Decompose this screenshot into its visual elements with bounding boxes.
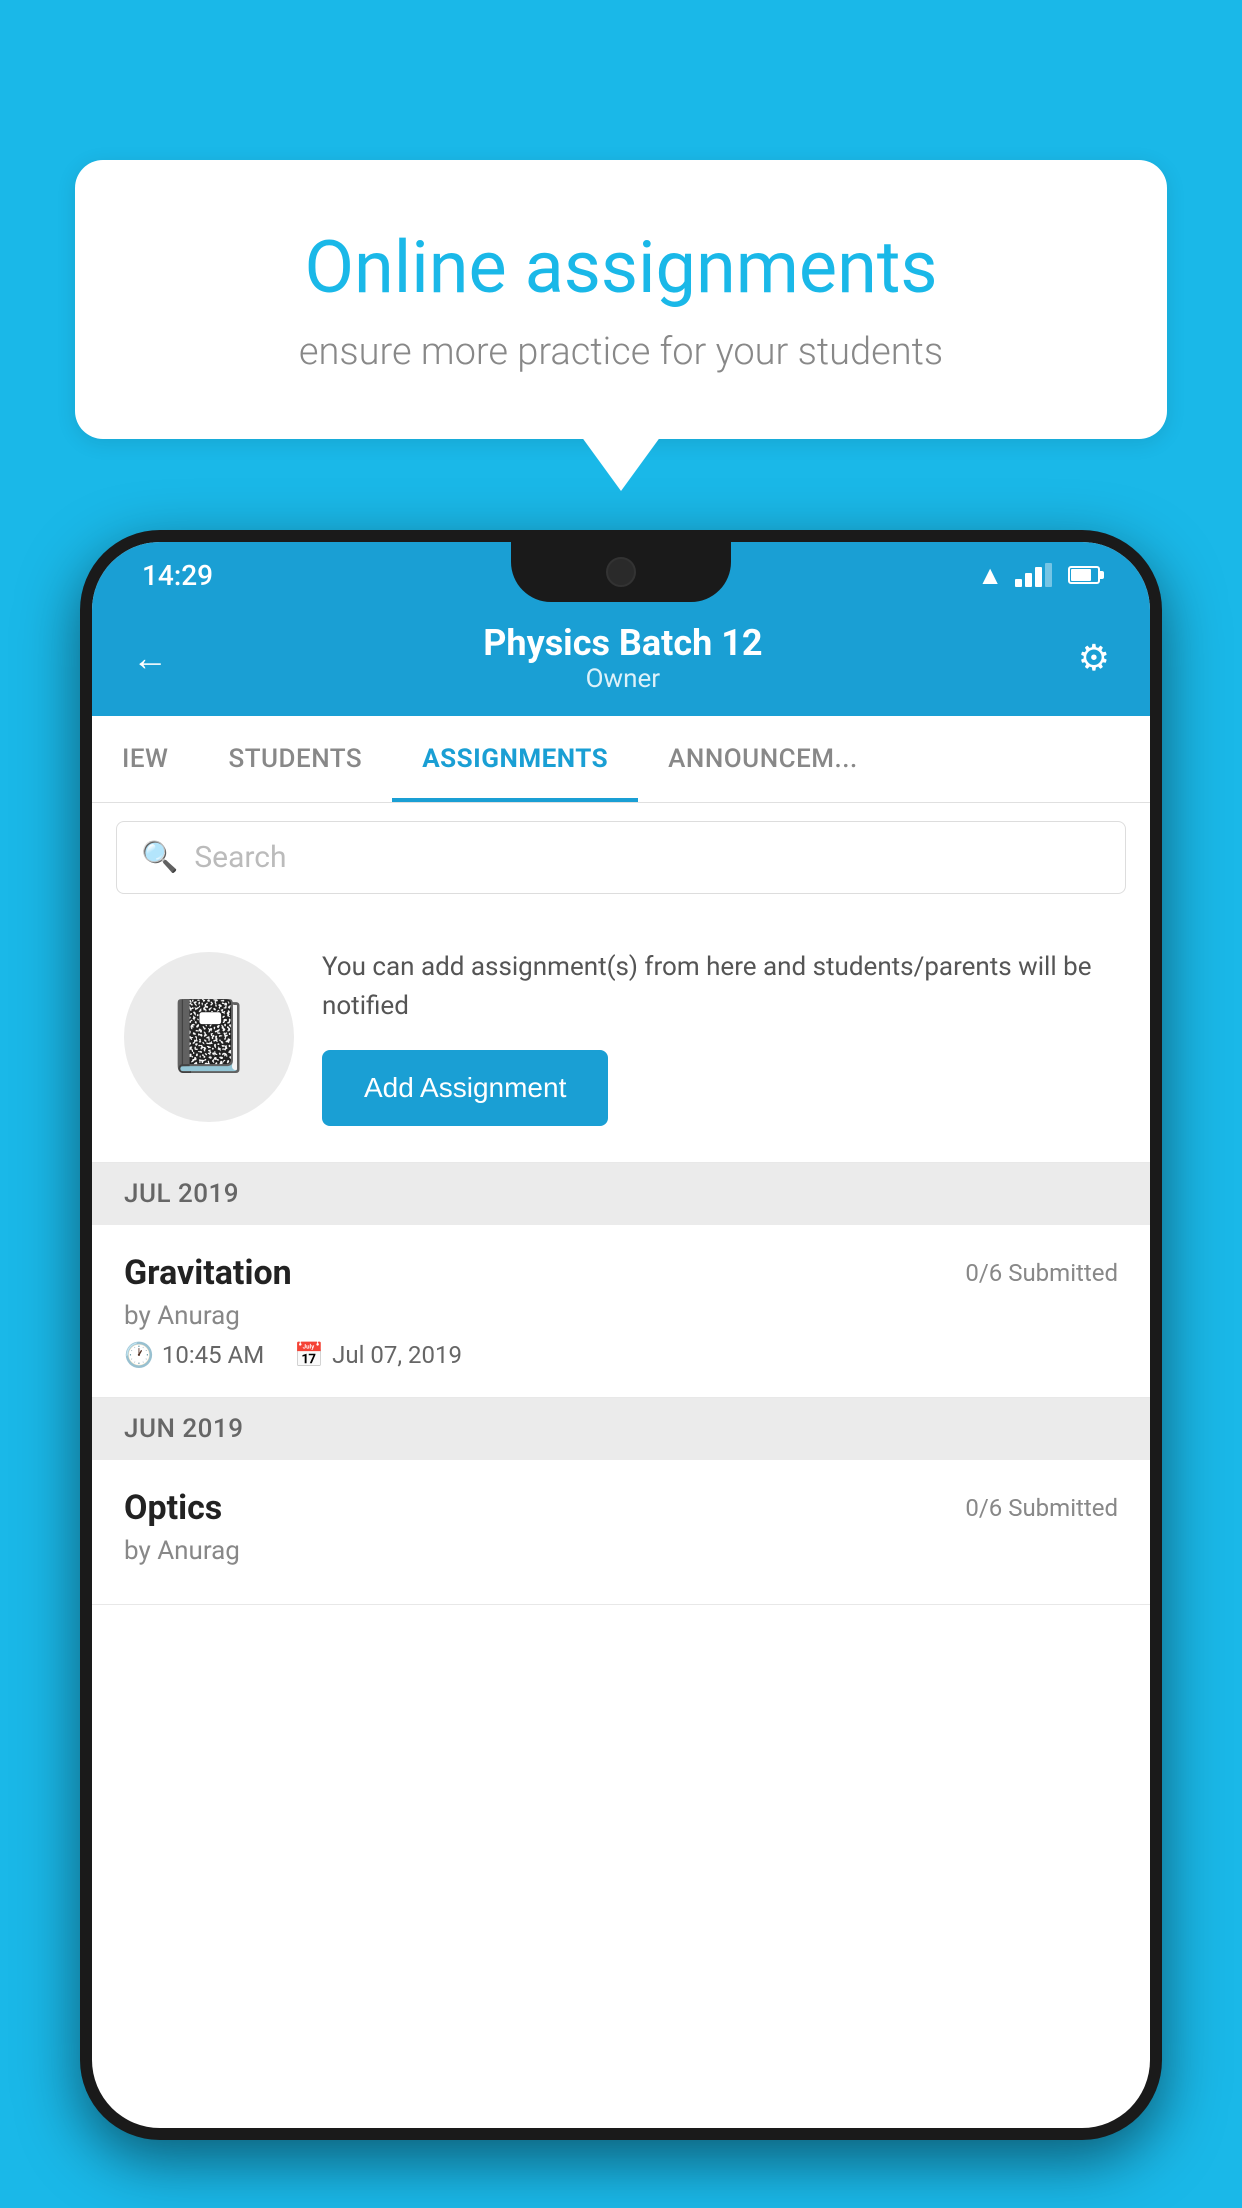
section-header-jun: JUN 2019 xyxy=(92,1398,1150,1460)
assignment-author-optics: by Anurag xyxy=(124,1536,1118,1566)
back-button[interactable]: ← xyxy=(132,637,168,679)
app-header: ← Physics Batch 12 Owner ⚙ xyxy=(92,600,1150,716)
tab-assignments[interactable]: ASSIGNMENTS xyxy=(392,716,638,802)
calendar-icon: 📅 xyxy=(294,1341,324,1369)
tabs-container: IEW STUDENTS ASSIGNMENTS ANNOUNCEM... xyxy=(92,716,1150,803)
promo-description: You can add assignment(s) from here and … xyxy=(322,948,1118,1026)
notebook-icon: 📓 xyxy=(165,996,252,1078)
tab-students[interactable]: STUDENTS xyxy=(198,716,392,802)
assignment-item-optics-header: Optics 0/6 Submitted xyxy=(124,1488,1118,1528)
assignment-time-text: 10:45 AM xyxy=(162,1341,264,1369)
signal-bar-2 xyxy=(1025,573,1032,587)
section-header-jul: JUL 2019 xyxy=(92,1163,1150,1225)
search-placeholder: Search xyxy=(194,840,286,875)
clock-icon: 🕐 xyxy=(124,1341,154,1369)
assignment-author-gravitation: by Anurag xyxy=(124,1301,1118,1331)
signal-icon xyxy=(1015,563,1052,587)
battery-fill xyxy=(1071,569,1091,581)
assignment-submitted-optics: 0/6 Submitted xyxy=(965,1494,1118,1522)
assignment-date-text: Jul 07, 2019 xyxy=(332,1341,462,1369)
assignment-submitted-gravitation: 0/6 Submitted xyxy=(965,1259,1118,1287)
assignment-item-gravitation[interactable]: Gravitation 0/6 Submitted by Anurag 🕐 10… xyxy=(92,1225,1150,1398)
assignment-item-optics[interactable]: Optics 0/6 Submitted by Anurag xyxy=(92,1460,1150,1605)
status-icons: ▲ xyxy=(977,560,1100,591)
signal-bar-1 xyxy=(1015,579,1022,587)
section-header-jun-text: JUN 2019 xyxy=(124,1414,243,1444)
signal-bar-4 xyxy=(1045,563,1052,587)
phone-screen: 14:29 ▲ xyxy=(92,542,1150,2128)
add-assignment-button[interactable]: Add Assignment xyxy=(322,1050,608,1126)
speech-bubble-container: Online assignments ensure more practice … xyxy=(75,160,1167,439)
search-bar[interactable]: 🔍 Search xyxy=(116,821,1126,894)
search-icon: 🔍 xyxy=(141,840,178,875)
speech-bubble: Online assignments ensure more practice … xyxy=(75,160,1167,439)
assignment-item-header: Gravitation 0/6 Submitted xyxy=(124,1253,1118,1293)
assignment-time-gravitation: 🕐 10:45 AM xyxy=(124,1341,264,1369)
speech-bubble-subtitle: ensure more practice for your students xyxy=(155,330,1087,374)
promo-card: 📓 You can add assignment(s) from here an… xyxy=(92,912,1150,1163)
header-title: Physics Batch 12 xyxy=(168,622,1078,664)
search-bar-container: 🔍 Search xyxy=(92,803,1150,912)
speech-bubble-title: Online assignments xyxy=(155,225,1087,310)
phone-frame: 14:29 ▲ xyxy=(80,530,1162,2140)
header-title-area: Physics Batch 12 Owner xyxy=(168,622,1078,694)
tab-announcements[interactable]: ANNOUNCEM... xyxy=(638,716,888,802)
assignment-date-gravitation: 📅 Jul 07, 2019 xyxy=(294,1341,462,1369)
tab-iew[interactable]: IEW xyxy=(92,716,198,802)
assignment-meta-gravitation: 🕐 10:45 AM 📅 Jul 07, 2019 xyxy=(124,1341,1118,1369)
battery-icon xyxy=(1068,566,1100,584)
assignment-title-optics: Optics xyxy=(124,1488,222,1528)
promo-icon-circle: 📓 xyxy=(124,952,294,1122)
promo-text-area: You can add assignment(s) from here and … xyxy=(322,948,1118,1126)
status-time: 14:29 xyxy=(142,559,213,592)
phone-camera xyxy=(606,557,636,587)
phone-wrapper: 14:29 ▲ xyxy=(80,530,1162,2208)
header-subtitle: Owner xyxy=(168,664,1078,694)
settings-button[interactable]: ⚙ xyxy=(1078,637,1110,679)
phone-notch xyxy=(511,542,731,602)
content-area: 🔍 Search 📓 You can add assignment(s) fro… xyxy=(92,803,1150,1605)
assignment-title-gravitation: Gravitation xyxy=(124,1253,292,1293)
section-header-jul-text: JUL 2019 xyxy=(124,1179,239,1209)
wifi-icon: ▲ xyxy=(977,560,1003,591)
signal-bar-3 xyxy=(1035,567,1042,587)
